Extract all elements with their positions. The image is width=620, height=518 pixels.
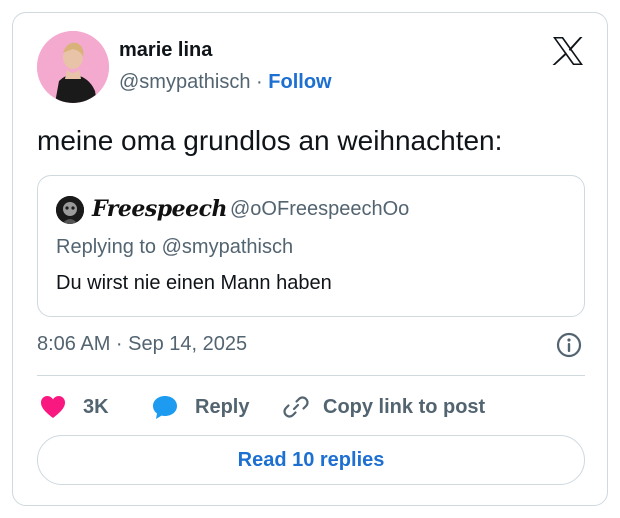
- reply-label: Reply: [195, 395, 250, 418]
- quoted-author-avatar[interactable]: [56, 196, 84, 224]
- replying-to-prefix: Replying to: [56, 236, 157, 258]
- like-count: 3K: [83, 395, 109, 418]
- reply-bubble-icon: [153, 396, 177, 419]
- author-handle[interactable]: @smypathisch: [119, 71, 250, 93]
- author-avatar[interactable]: [37, 31, 109, 103]
- tweet-text: meine oma grundlos an weihnachten:: [37, 125, 503, 156]
- quoted-author-handle[interactable]: @oOFreespeechOo: [230, 198, 409, 221]
- author-name[interactable]: marie lina: [119, 39, 212, 62]
- tweet-timestamp[interactable]: 8:06 AM · Sep 14, 2025: [37, 333, 247, 356]
- heart-icon: [41, 396, 65, 418]
- replying-to-line: Replying to @smypathisch: [56, 236, 293, 259]
- handle-separator: ·: [256, 71, 263, 93]
- link-icon: [283, 396, 309, 418]
- read-replies-label: Read 10 replies: [237, 448, 385, 471]
- author-handle-row: @smypathisch · Follow: [119, 71, 332, 94]
- read-replies-button[interactable]: Read 10 replies: [37, 435, 585, 485]
- reply-button[interactable]: Reply: [151, 391, 249, 423]
- info-icon[interactable]: [555, 331, 583, 359]
- replying-to-handle[interactable]: @smypathisch: [162, 236, 293, 258]
- follow-button[interactable]: Follow: [268, 71, 331, 93]
- divider: [37, 375, 585, 376]
- avatar-image: [37, 31, 109, 103]
- quoted-author-name[interactable]: Freespeech: [92, 196, 227, 222]
- x-logo-icon[interactable]: [551, 35, 585, 67]
- like-button[interactable]: 3K: [39, 391, 109, 423]
- copy-link-button[interactable]: Copy link to post: [283, 391, 485, 423]
- quoted-tweet[interactable]: Freespeech @oOFreespeechOo Replying to @…: [37, 175, 585, 317]
- quoted-tweet-text: Du wirst nie einen Mann haben: [56, 272, 332, 294]
- copy-link-label: Copy link to post: [323, 395, 486, 418]
- tweet-card: marie lina @smypathisch · Follow meine o…: [12, 12, 608, 506]
